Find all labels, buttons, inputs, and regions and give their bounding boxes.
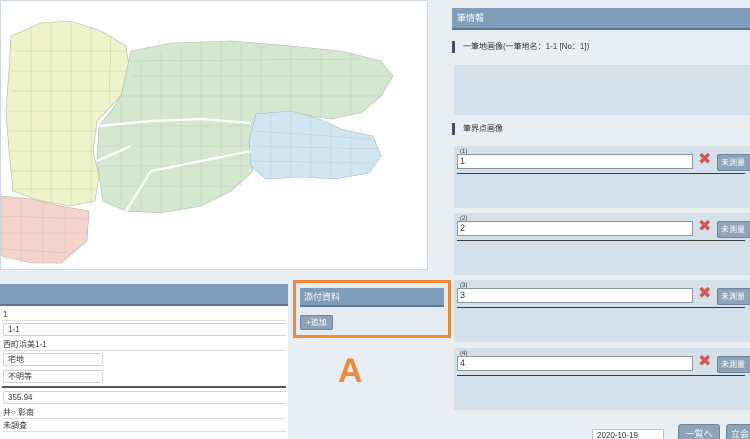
lot-number-field[interactable]: 1-1 [3, 323, 286, 336]
point-underline [457, 375, 745, 376]
unmeasured-button[interactable]: 未測量 [717, 288, 750, 305]
attachment-title: 添付資料 [300, 288, 444, 307]
attr-no: 1 [2, 308, 286, 321]
boundary-point-3: (3) 3 ✖ 未測量 [454, 280, 750, 342]
attr-address: 西町浜美1-1 [2, 338, 286, 351]
attr-area: 355.94 [2, 389, 286, 406]
delete-icon[interactable]: ✖ [698, 152, 711, 168]
parcel-image-label: 一筆地画像(一筆地名：1-1 [No：1]) [452, 41, 589, 53]
area-field[interactable]: 355.94 [3, 391, 286, 404]
unmeasured-button[interactable]: 未測量 [717, 356, 750, 373]
land-category-field[interactable]: 宅地 [3, 353, 103, 366]
parcel-info-panel: 筆情報 一筆地画像(一筆地名：1-1 [No：1]) 筆界点画像 (1) 1 ✖… [452, 0, 750, 439]
parcel-image-area[interactable] [454, 65, 750, 115]
parcel-attributes-panel: 1 1-1 西町浜美1-1 宅地 不明等 355.94 井○ 彰南 未調査 [0, 284, 288, 439]
point-underline [457, 307, 745, 308]
delete-icon[interactable]: ✖ [698, 219, 711, 235]
attachment-panel: 添付資料 +追加 [293, 280, 451, 338]
point-input[interactable]: 3 [457, 288, 693, 303]
annotation-letter: A [338, 352, 363, 390]
date-field[interactable]: 2020-10-19 [592, 429, 664, 439]
attr-status: 未調査 [2, 419, 286, 432]
delete-icon[interactable]: ✖ [698, 286, 711, 302]
attr-owner: 井○ 彰南 [2, 406, 286, 419]
add-attachment-button[interactable]: +追加 [300, 315, 333, 330]
map-region-pink [1, 195, 90, 264]
point-input[interactable]: 4 [457, 356, 693, 371]
point-input[interactable]: 1 [457, 154, 693, 169]
attr-lot-number: 1-1 [2, 321, 286, 338]
delete-icon[interactable]: ✖ [698, 354, 711, 370]
divider [2, 386, 286, 388]
list-button[interactable]: 一覧へ [678, 424, 720, 439]
boundary-point-1: (1) 1 ✖ 未測量 [454, 146, 750, 208]
point-underline [457, 173, 745, 174]
attr-land-type: 不明等 [2, 368, 286, 385]
unmeasured-button[interactable]: 未測量 [717, 154, 750, 171]
parcel-map-drawing [1, 20, 394, 264]
point-underline [457, 240, 745, 241]
boundary-point-label: 筆界点画像 [452, 123, 503, 135]
land-type-field[interactable]: 不明等 [3, 370, 103, 383]
parcel-map[interactable] [0, 0, 428, 270]
unmeasured-button[interactable]: 未測量 [717, 221, 750, 238]
boundary-point-2: (2) 2 ✖ 未測量 [454, 213, 750, 275]
point-input[interactable]: 2 [457, 221, 693, 236]
map-region-blue [248, 110, 382, 180]
witness-button[interactable]: 立会 [726, 424, 750, 439]
parcel-info-title: 筆情報 [452, 8, 750, 30]
attr-land-category: 宅地 [2, 351, 286, 368]
attributes-header [0, 284, 288, 306]
boundary-point-4: (4) 4 ✖ 未測量 [454, 348, 750, 410]
